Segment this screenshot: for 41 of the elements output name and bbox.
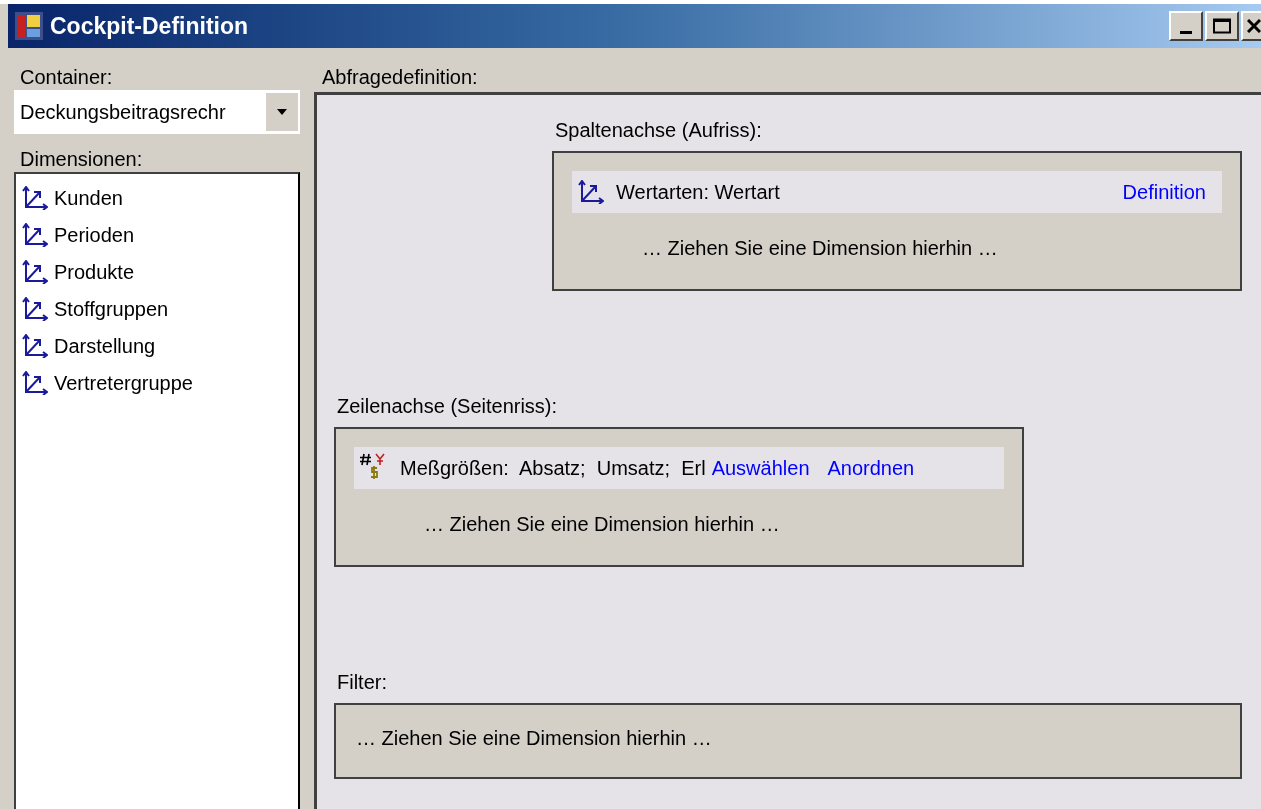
dimension-item[interactable]: Produkte — [22, 258, 135, 286]
axes-icon — [22, 223, 48, 247]
container-label: Container: — [20, 65, 114, 90]
container-value: Deckungsbeitragsrechr — [20, 100, 227, 125]
dimension-item[interactable]: Kunden — [22, 184, 123, 212]
dimension-item[interactable]: Perioden — [22, 221, 135, 249]
axes-icon — [22, 186, 48, 210]
link[interactable]: Auswählen — [711, 453, 810, 483]
minimize-button[interactable] — [1169, 11, 1203, 41]
close-icon — [1247, 19, 1261, 33]
drop-hint: … Ziehen Sie eine Dimension hierhin … — [642, 236, 999, 261]
maximize-button[interactable] — [1205, 11, 1239, 41]
query-label: Abfragedefinition: — [322, 65, 479, 90]
drop-zone[interactable]: Meßgrößen: Absatz; Umsatz; Erl Auswählen Anordnen … Ziehen Sie eine Dimension hierhin … — [334, 427, 1024, 567]
entry-text: Wertarten: Wertart — [616, 180, 780, 205]
zone-label: Filter: — [336, 670, 388, 695]
axes-icon — [578, 180, 604, 204]
entry-text: Meßgrößen: Absatz; Umsatz; Erl — [400, 456, 706, 481]
app-icon — [14, 11, 44, 41]
drop-hint: … Ziehen Sie eine Dimension hierhin … — [424, 512, 781, 537]
dimension-item[interactable]: Stoffgruppen — [22, 295, 169, 323]
container-dropdown[interactable]: Deckungsbeitragsrechr — [14, 90, 300, 134]
drop-hint: … Ziehen Sie eine Dimension hierhin … — [356, 726, 713, 751]
axes-icon — [22, 334, 48, 358]
link[interactable]: Definition — [1122, 177, 1206, 207]
axes-icon — [22, 371, 48, 395]
dimension-item[interactable]: Vertretergruppe — [22, 369, 193, 397]
drop-zone[interactable]: Wertarten: Wertart Definition … Ziehen Sie eine Dimension hierhin … — [552, 151, 1242, 291]
axes-icon — [22, 260, 48, 284]
zone-label: Zeilenachse (Seitenriss): — [336, 394, 559, 419]
dimension-item[interactable]: Darstellung — [22, 332, 156, 360]
axes-icon — [22, 297, 48, 321]
dimensions-label: Dimensionen: — [20, 147, 144, 172]
link[interactable]: Anordnen — [827, 453, 915, 483]
drop-zone[interactable]: … Ziehen Sie eine Dimension hierhin … — [334, 703, 1242, 779]
caret-icon — [277, 109, 287, 115]
zone-label: Spaltenachse (Aufriss): — [554, 118, 763, 143]
dropdown-button[interactable] — [266, 93, 298, 131]
maximize-icon — [1213, 18, 1231, 34]
window-title: Cockpit-Definition — [50, 11, 249, 41]
minimize-icon — [1180, 31, 1192, 34]
